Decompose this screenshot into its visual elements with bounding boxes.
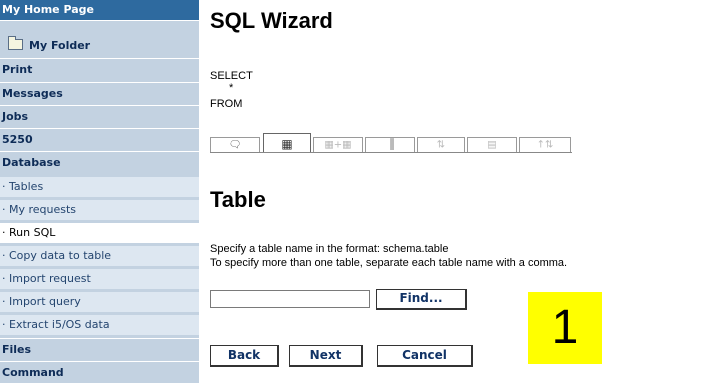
tab-table[interactable]: ▦ bbox=[263, 133, 311, 153]
nav-my-home-page[interactable]: My Home Page bbox=[0, 0, 199, 20]
page-title: SQL Wizard bbox=[210, 8, 333, 33]
nav-divider bbox=[0, 128, 199, 129]
nav-divider bbox=[0, 20, 199, 21]
column-icon: ▐ bbox=[386, 139, 394, 151]
table-icon: ▦ bbox=[281, 136, 293, 151]
join-tables-icon: ▦+▦ bbox=[324, 139, 352, 151]
nav-database[interactable]: Database bbox=[0, 153, 199, 173]
tab-order[interactable]: ↑⇅ bbox=[519, 137, 571, 152]
tab-statement[interactable]: 🗨 bbox=[210, 137, 260, 152]
nav-print[interactable]: Print bbox=[0, 60, 199, 80]
sql-star: * bbox=[229, 82, 234, 94]
folder-icon bbox=[8, 36, 23, 50]
sql-from: FROM bbox=[210, 98, 243, 110]
sql-select: SELECT bbox=[210, 70, 253, 82]
section-title: Table bbox=[210, 187, 266, 212]
next-button[interactable]: Next bbox=[289, 345, 363, 367]
nav-sub-extract[interactable]: · Extract i5/OS data bbox=[0, 315, 199, 335]
nav-divider bbox=[0, 58, 199, 59]
speech-bubble-icon: 🗨 bbox=[228, 139, 242, 151]
nav-sub-import-query[interactable]: · Import query bbox=[0, 292, 199, 312]
nav-files[interactable]: Files bbox=[0, 340, 199, 360]
nav-divider bbox=[0, 82, 199, 83]
back-button[interactable]: Back bbox=[210, 345, 279, 367]
tab-conditions[interactable]: ▤ bbox=[467, 137, 517, 152]
tab-columns[interactable]: ▐ bbox=[365, 137, 415, 152]
instruction-text: To specify more than one table, separate… bbox=[210, 257, 568, 269]
nav-sub-import-request[interactable]: · Import request bbox=[0, 269, 199, 289]
nav-sub-my-requests[interactable]: · My requests bbox=[0, 200, 199, 220]
cancel-button[interactable]: Cancel bbox=[377, 345, 473, 367]
find-button[interactable]: Find... bbox=[376, 289, 467, 310]
tabs-divider bbox=[210, 152, 572, 153]
step-number-badge: 1 bbox=[528, 292, 602, 364]
nav-divider bbox=[0, 361, 199, 362]
nav-5250[interactable]: 5250 bbox=[0, 130, 199, 150]
nav-command[interactable]: Command bbox=[0, 363, 199, 383]
nav-sub-copy-data[interactable]: · Copy data to table bbox=[0, 246, 199, 266]
nav-sub-tables[interactable]: · Tables bbox=[0, 177, 199, 197]
nav-messages[interactable]: Messages bbox=[0, 84, 199, 104]
tab-sort[interactable]: ⇅ bbox=[417, 137, 465, 152]
nav-my-folder[interactable]: My Folder bbox=[0, 36, 199, 55]
sort-icon: ⇅ bbox=[436, 139, 446, 151]
nav-divider bbox=[0, 338, 199, 339]
nav-sub-run-sql[interactable]: · Run SQL bbox=[0, 223, 199, 243]
nav-my-folder-label: My Folder bbox=[29, 39, 91, 52]
order-icon: ↑⇅ bbox=[536, 139, 554, 151]
nav-jobs[interactable]: Jobs bbox=[0, 107, 199, 127]
form-icon: ▤ bbox=[487, 139, 497, 151]
sidebar: My Home Page My Folder Print Messages Jo… bbox=[0, 0, 199, 383]
nav-divider bbox=[0, 151, 199, 152]
table-name-input[interactable] bbox=[210, 290, 370, 308]
tab-join[interactable]: ▦+▦ bbox=[313, 137, 363, 152]
instruction-text: Specify a table name in the format: sche… bbox=[210, 243, 449, 255]
nav-divider bbox=[0, 105, 199, 106]
